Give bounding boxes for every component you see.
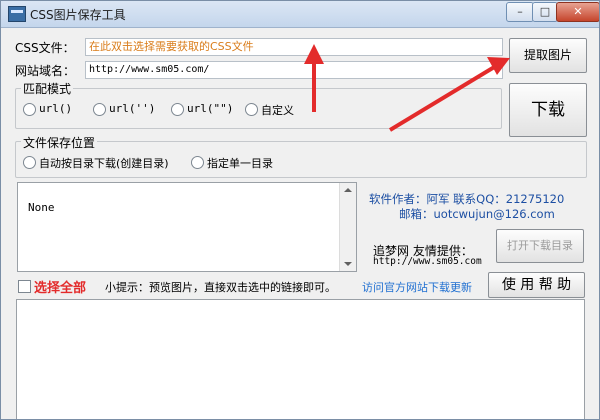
radio-custom[interactable] — [245, 103, 258, 116]
domain-input[interactable]: http://www.sm05.com/ — [85, 61, 503, 79]
radio-url-double-quote[interactable] — [171, 103, 184, 116]
sponsor-url[interactable]: http://www.sm05.com — [373, 256, 482, 267]
author-info: 软件作者：阿军 联系QQ：21275120 — [369, 192, 565, 206]
domain-label: 网站域名： — [15, 64, 76, 78]
radio-single-directory[interactable] — [191, 156, 204, 169]
radio-url-single-quote[interactable] — [93, 103, 106, 116]
results-list[interactable]: None — [17, 182, 357, 272]
radio-custom-label: 自定义 — [261, 104, 294, 117]
visit-official-site-link[interactable]: 访问官方网站下载更新 — [362, 279, 472, 295]
scroll-up-icon[interactable] — [344, 188, 352, 192]
tip-text: 小提示：预览图片，直接双击选中的链接即可。 — [105, 281, 336, 294]
radio-url-double-quote-label: url("") — [187, 102, 234, 115]
radio-url-single-quote-label: url('') — [109, 102, 156, 115]
select-all-checkbox[interactable] — [18, 280, 31, 293]
radio-url-plain[interactable] — [23, 103, 36, 116]
match-mode-group — [15, 88, 502, 129]
app-icon — [8, 6, 26, 22]
radio-auto-directory-label: 自动按目录下载(创建目录) — [39, 157, 169, 170]
app-window: CSS图片保存工具 – □ ✕ CSS文件： 在此双击选择需要获取的CSS文件 … — [0, 0, 600, 420]
help-button[interactable]: 使 用 帮 助 — [488, 272, 585, 298]
css-file-label: CSS文件： — [15, 41, 75, 55]
match-mode-title: 匹配模式 — [21, 80, 74, 97]
title-bar: CSS图片保存工具 – □ ✕ — [1, 1, 599, 28]
image-preview-area[interactable] — [16, 299, 585, 419]
download-button[interactable]: 下载 — [509, 83, 587, 137]
radio-url-plain-label: url() — [39, 102, 73, 115]
scroll-down-icon[interactable] — [344, 262, 352, 266]
radio-auto-directory[interactable] — [23, 156, 36, 169]
select-all-label[interactable]: 选择全部 — [34, 277, 86, 296]
close-button[interactable]: ✕ — [556, 2, 599, 22]
window-title: CSS图片保存工具 — [30, 8, 126, 22]
open-download-folder-button[interactable]: 打开下载目录 — [496, 229, 584, 263]
maximize-button[interactable]: □ — [532, 2, 558, 22]
list-item[interactable]: None — [28, 201, 55, 214]
css-file-input[interactable]: 在此双击选择需要获取的CSS文件 — [85, 38, 503, 56]
email-info: 邮箱：uotcwujun@126.com — [399, 207, 555, 221]
extract-images-button[interactable]: 提取图片 — [509, 38, 587, 73]
save-location-title: 文件保存位置 — [21, 134, 98, 151]
minimize-button[interactable]: – — [506, 2, 534, 22]
radio-single-directory-label: 指定单一目录 — [207, 157, 273, 170]
list-scrollbar[interactable] — [339, 183, 356, 271]
